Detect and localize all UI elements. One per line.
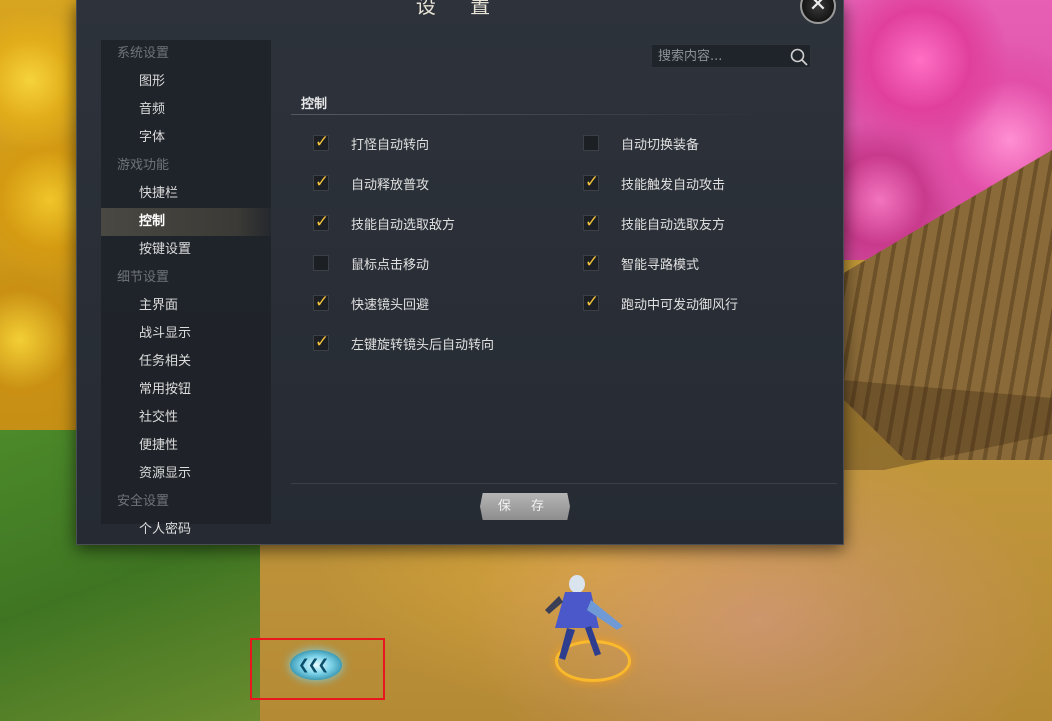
sidebar-item-quest[interactable]: 任务相关	[101, 348, 271, 376]
player-character[interactable]	[525, 570, 630, 670]
checkbox[interactable]	[583, 135, 599, 151]
option-auto-basic-attack[interactable]: ✓ 自动释放普攻	[313, 173, 429, 193]
checkbox[interactable]	[313, 255, 329, 271]
settings-dialog: 设 置 ✕ 系统设置 图形 音频 字体 游戏功能 快捷栏 控制 按键设置 细节设…	[76, 0, 844, 545]
checkbox[interactable]: ✓	[313, 132, 330, 152]
dialog-title: 设 置	[415, 0, 505, 18]
checkmark-icon: ✓	[584, 292, 600, 312]
sidebar-item-resource-display[interactable]: 资源显示	[101, 460, 271, 488]
option-label: 跑动中可发动御风行	[621, 297, 739, 313]
option-smart-pathfinding[interactable]: ✓ 智能寻路模式	[583, 253, 699, 273]
checkbox[interactable]: ✓	[583, 172, 600, 192]
option-skill-trigger-auto-attack[interactable]: ✓ 技能触发自动攻击	[583, 173, 725, 193]
settings-sidebar: 系统设置 图形 音频 字体 游戏功能 快捷栏 控制 按键设置 细节设置 主界面 …	[101, 40, 271, 537]
sidebar-item-main-ui[interactable]: 主界面	[101, 292, 271, 320]
option-label: 左键旋转镜头后自动转向	[351, 337, 495, 353]
search-icon[interactable]	[790, 48, 808, 66]
checkmark-icon	[314, 253, 330, 271]
checkmark-icon: ✓	[314, 212, 330, 232]
option-label: 技能自动选取友方	[621, 217, 726, 233]
sidebar-item-common-buttons[interactable]: 常用按钮	[101, 376, 271, 404]
sidebar-item-password[interactable]: 个人密码	[101, 516, 271, 544]
checkbox[interactable]: ✓	[313, 332, 330, 352]
option-label: 打怪自动转向	[351, 137, 430, 153]
option-auto-face-target[interactable]: ✓ 打怪自动转向	[313, 133, 429, 153]
option-skill-auto-select-enemy[interactable]: ✓ 技能自动选取敌方	[313, 213, 455, 233]
sidebar-item-convenience[interactable]: 便捷性	[101, 432, 271, 460]
close-icon: ✕	[808, 0, 828, 17]
option-left-drag-camera-auto-turn[interactable]: ✓ 左键旋转镜头后自动转向	[313, 333, 494, 353]
option-label: 鼠标点击移动	[351, 257, 430, 273]
option-label: 自动切换装备	[621, 137, 700, 153]
sidebar-item-hotbar[interactable]: 快捷栏	[101, 180, 271, 208]
option-label: 技能自动选取敌方	[351, 217, 456, 233]
checkbox[interactable]: ✓	[583, 252, 600, 272]
footer-divider	[291, 483, 837, 484]
checkbox[interactable]: ✓	[583, 212, 600, 232]
option-run-wind-ride[interactable]: ✓ 跑动中可发动御风行	[583, 293, 738, 313]
sidebar-item-keybinding[interactable]: 按键设置	[101, 236, 271, 264]
option-quick-camera-avoid[interactable]: ✓ 快速镜头回避	[313, 293, 429, 313]
sidebar-item-font[interactable]: 字体	[101, 124, 271, 152]
section-divider	[291, 114, 771, 115]
option-skill-auto-select-ally[interactable]: ✓ 技能自动选取友方	[583, 213, 725, 233]
save-button[interactable]: 保 存	[480, 493, 570, 520]
sidebar-group-game: 游戏功能	[117, 158, 170, 173]
checkmark-icon: ✓	[584, 252, 600, 272]
checkmark-icon: ✓	[314, 292, 330, 312]
checkbox[interactable]: ✓	[313, 292, 330, 312]
checkbox[interactable]: ✓	[583, 292, 600, 312]
highlight-box-move-marker	[250, 638, 385, 700]
option-label: 快速镜头回避	[351, 297, 430, 313]
search-input[interactable]	[658, 48, 782, 64]
sidebar-group-detail: 细节设置	[117, 270, 170, 285]
sidebar-item-control[interactable]: 控制	[101, 208, 271, 236]
option-label: 智能寻路模式	[621, 257, 700, 273]
search-box[interactable]	[651, 44, 811, 68]
option-mouse-click-move[interactable]: 鼠标点击移动	[313, 253, 429, 273]
option-label: 技能触发自动攻击	[621, 177, 726, 193]
sidebar-item-audio[interactable]: 音频	[101, 96, 271, 124]
checkmark-icon: ✓	[584, 212, 600, 232]
sidebar-item-combat-display[interactable]: 战斗显示	[101, 320, 271, 348]
option-auto-switch-equipment[interactable]: 自动切换装备	[583, 133, 699, 153]
checkmark-icon: ✓	[314, 132, 330, 152]
sidebar-item-social[interactable]: 社交性	[101, 404, 271, 432]
checkbox[interactable]: ✓	[313, 172, 330, 192]
checkmark-icon: ✓	[314, 332, 330, 352]
checkmark-icon: ✓	[584, 172, 600, 192]
checkbox[interactable]: ✓	[313, 212, 330, 232]
section-title: 控制	[301, 97, 328, 112]
sidebar-group-system: 系统设置	[117, 46, 170, 61]
option-label: 自动释放普攻	[351, 177, 430, 193]
sidebar-group-security: 安全设置	[117, 494, 170, 509]
sidebar-item-graphics[interactable]: 图形	[101, 68, 271, 96]
checkmark-icon: ✓	[314, 172, 330, 192]
checkmark-icon	[584, 133, 600, 151]
close-button[interactable]: ✕	[800, 0, 836, 24]
